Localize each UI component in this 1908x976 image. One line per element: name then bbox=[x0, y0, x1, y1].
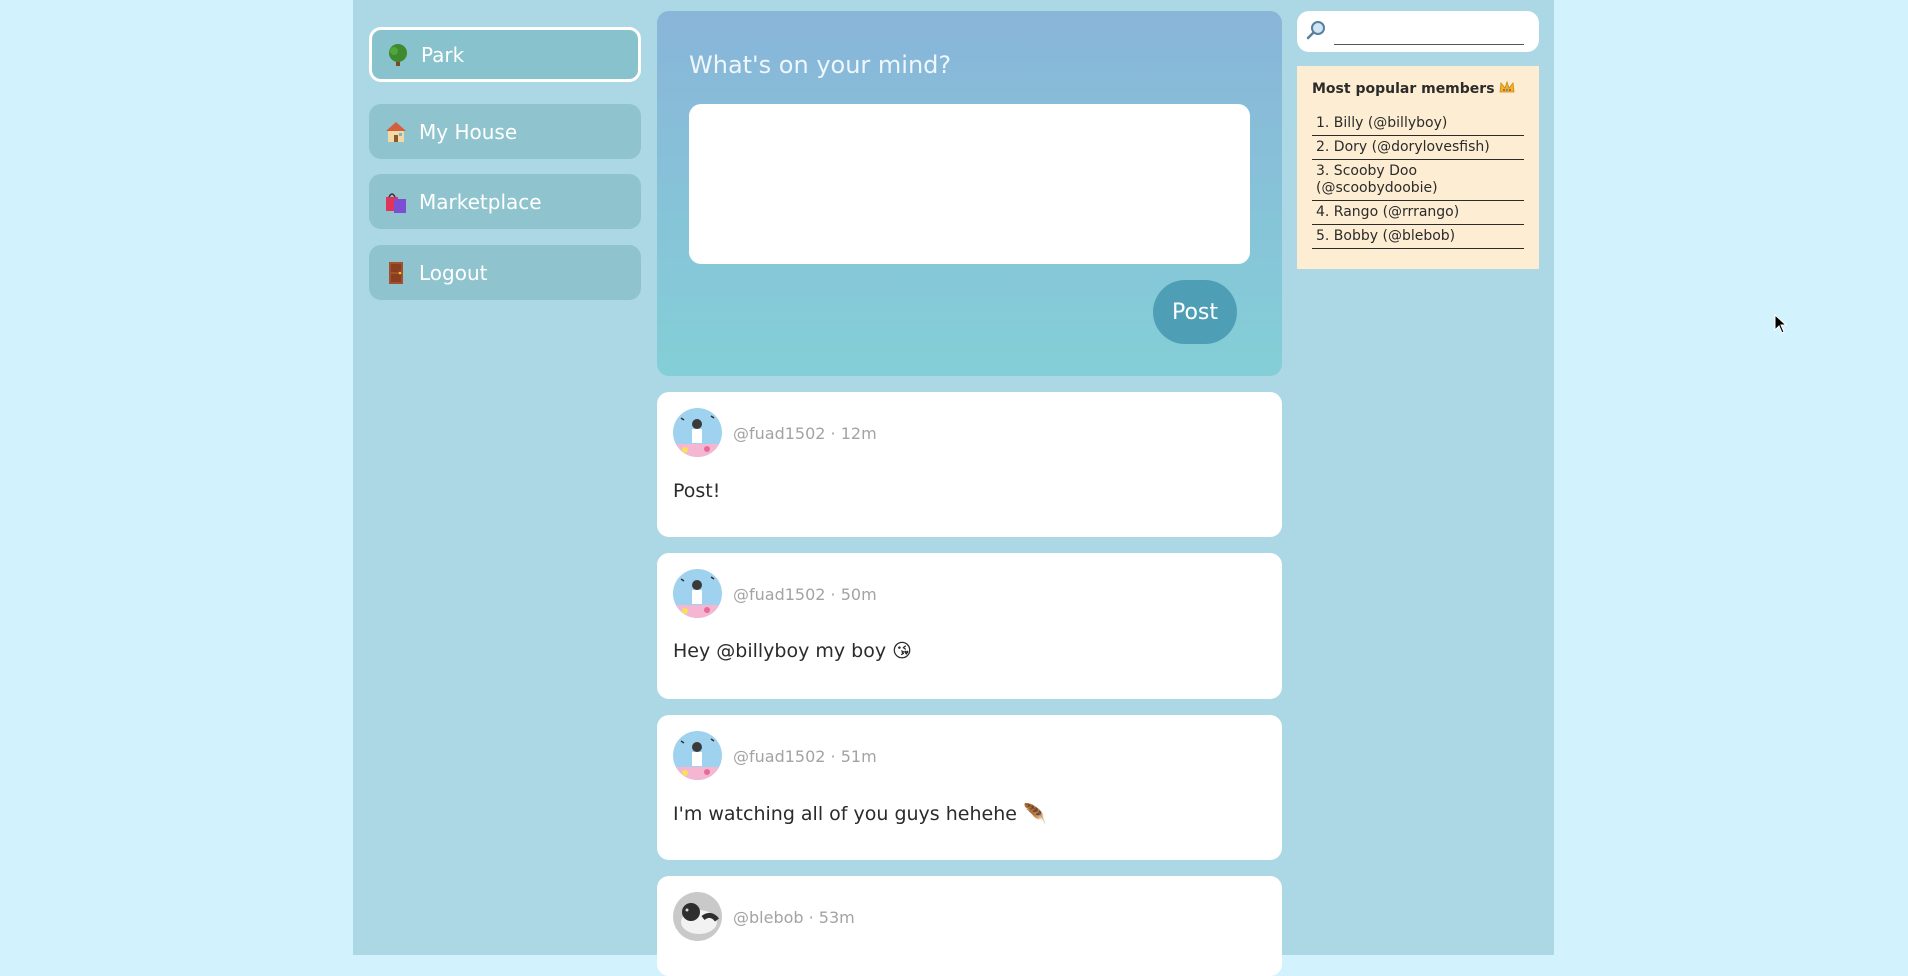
mouse-cursor-icon bbox=[1774, 313, 1788, 338]
post-card: @fuad1502 · 50m Hey @billyboy my boy 😘 bbox=[657, 553, 1282, 699]
post-meta: @fuad1502 · 50m bbox=[733, 585, 877, 604]
sidebar-item-park[interactable]: Park bbox=[369, 27, 641, 82]
sidebar-item-label: Park bbox=[421, 42, 465, 67]
popular-member-item[interactable]: 1. Billy (@billyboy) bbox=[1312, 112, 1524, 136]
crown-icon bbox=[1499, 80, 1515, 98]
search-icon bbox=[1306, 20, 1326, 44]
app-container: Park My House Marketplace Logout What's … bbox=[353, 0, 1554, 976]
avatar[interactable] bbox=[673, 569, 722, 618]
post-meta: @blebob · 53m bbox=[733, 908, 855, 927]
sidebar-item-label: Logout bbox=[419, 260, 488, 285]
post-meta: @fuad1502 · 12m bbox=[733, 424, 877, 443]
popular-members-panel: Most popular members 1. Billy (@billyboy… bbox=[1297, 66, 1539, 269]
post-body: Hey @billyboy my boy 😘 bbox=[673, 640, 912, 662]
shopping-bags-icon bbox=[383, 189, 409, 215]
door-icon bbox=[383, 260, 409, 286]
popular-members-title-text: Most popular members bbox=[1312, 81, 1495, 97]
popular-members-list: 1. Billy (@billyboy) 2. Dory (@doryloves… bbox=[1312, 112, 1524, 249]
search-input[interactable] bbox=[1334, 19, 1524, 45]
post-card: @fuad1502 · 51m I'm watching all of you … bbox=[657, 715, 1282, 860]
popular-members-title: Most popular members bbox=[1312, 80, 1524, 98]
sidebar-item-logout[interactable]: Logout bbox=[369, 245, 641, 300]
avatar[interactable] bbox=[673, 731, 722, 780]
popular-member-item[interactable]: 5. Bobby (@blebob) bbox=[1312, 225, 1524, 249]
post-meta: @fuad1502 · 51m bbox=[733, 747, 877, 766]
avatar[interactable] bbox=[673, 408, 722, 457]
popular-member-item[interactable]: 3. Scooby Doo (@scoobydoobie) bbox=[1312, 160, 1524, 201]
post-button[interactable]: Post bbox=[1153, 280, 1237, 344]
sidebar-item-label: My House bbox=[419, 119, 518, 144]
post-body: I'm watching all of you guys hehehe 🪶 bbox=[673, 803, 1047, 825]
post-body: Post! bbox=[673, 480, 721, 502]
tree-icon bbox=[385, 42, 411, 68]
sidebar-item-label: Marketplace bbox=[419, 189, 542, 214]
popular-member-item[interactable]: 2. Dory (@dorylovesfish) bbox=[1312, 136, 1524, 160]
post-card: @fuad1502 · 12m Post! bbox=[657, 392, 1282, 537]
sidebar-item-my-house[interactable]: My House bbox=[369, 104, 641, 159]
house-icon bbox=[383, 119, 409, 145]
popular-member-item[interactable]: 4. Rango (@rrrango) bbox=[1312, 201, 1524, 225]
post-card: @blebob · 53m bbox=[657, 876, 1282, 976]
post-text-input[interactable] bbox=[689, 104, 1250, 264]
composer-title: What's on your mind? bbox=[689, 51, 952, 79]
sidebar-item-marketplace[interactable]: Marketplace bbox=[369, 174, 641, 229]
avatar[interactable] bbox=[673, 892, 722, 941]
search-bar bbox=[1297, 11, 1539, 52]
post-composer: What's on your mind? Post bbox=[657, 11, 1282, 376]
